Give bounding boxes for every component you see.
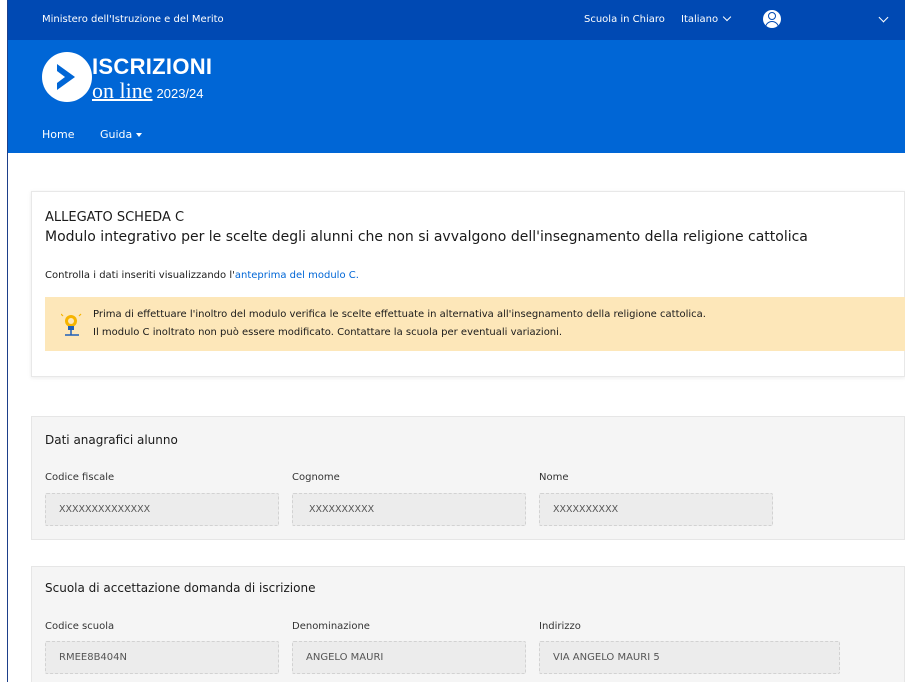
chevron-down-icon (722, 12, 732, 22)
student-data-card: Dati anagrafici alunno Codice fiscale XX… (31, 416, 905, 540)
brand-online: on line (92, 78, 153, 103)
codice-fiscale-field: XXXXXXXXXXXXXX (45, 493, 279, 526)
indirizzo-label: Indirizzo (539, 621, 581, 632)
language-selector[interactable]: Italiano (681, 12, 732, 25)
page-title: ALLEGATO SCHEDA C (45, 210, 185, 225)
preview-instruction: Controlla i dati inseriti visualizzando … (45, 270, 359, 281)
nav-home[interactable]: Home (42, 128, 74, 141)
cognome-label: Cognome (292, 472, 340, 483)
page-subtitle: Modulo integrativo per le scelte degli a… (45, 229, 808, 245)
caret-down-icon (136, 133, 143, 137)
nome-label: Nome (539, 472, 569, 483)
denominazione-field: ANGELO MAURI (292, 641, 526, 674)
codice-scuola-label: Codice scuola (45, 621, 115, 632)
nav-guida[interactable]: Guida (100, 128, 143, 141)
student-section-title: Dati anagrafici alunno (45, 433, 178, 447)
preview-module-link[interactable]: anteprima del modulo C. (235, 270, 359, 281)
warning-alert: Prima di effettuare l'inoltro del modulo… (45, 297, 905, 351)
indirizzo-field: VIA ANGELO MAURI 5 (539, 641, 840, 674)
intro-card: ALLEGATO SCHEDA C Modulo integrativo per… (31, 191, 905, 377)
denominazione-label: Denominazione (292, 621, 370, 632)
nome-field: XXXXXXXXXX (539, 493, 773, 526)
window-left-border (0, 0, 8, 682)
user-avatar-icon[interactable] (763, 10, 781, 28)
user-menu-chevron-icon[interactable] (878, 12, 889, 23)
brand-subtitle: on line 2023/24 (92, 78, 204, 104)
nav-guida-label: Guida (100, 128, 133, 141)
ministry-link[interactable]: Ministero dell'Istruzione e del Merito (42, 14, 224, 25)
school-data-card: Scuola di accettazione domanda di iscriz… (31, 566, 905, 682)
alert-line-1: Prima di effettuare l'inoltro del modulo… (93, 309, 706, 320)
school-section-title: Scuola di accettazione domanda di iscriz… (45, 581, 316, 595)
top-utility-bar: Ministero dell'Istruzione e del Merito S… (8, 0, 905, 40)
alert-line-2: Il modulo C inoltrato non può essere mod… (93, 327, 563, 338)
codice-fiscale-label: Codice fiscale (45, 472, 115, 483)
preview-instruction-text: Controlla i dati inseriti visualizzando … (45, 270, 235, 281)
cognome-field: XXXXXXXXXX (292, 493, 526, 526)
lightbulb-icon (61, 313, 82, 336)
iscrizioni-logo-icon[interactable] (42, 52, 92, 102)
brand-year: 2023/24 (156, 86, 204, 101)
brand-title: ISCRIZIONI (92, 54, 213, 79)
main-nav: Home Guida (8, 115, 905, 153)
site-header: ISCRIZIONI on line 2023/24 (8, 40, 905, 115)
scuola-in-chiaro-link[interactable]: Scuola in Chiaro (584, 14, 665, 25)
language-label: Italiano (681, 14, 719, 25)
codice-scuola-field: RMEE8B404N (45, 641, 279, 674)
